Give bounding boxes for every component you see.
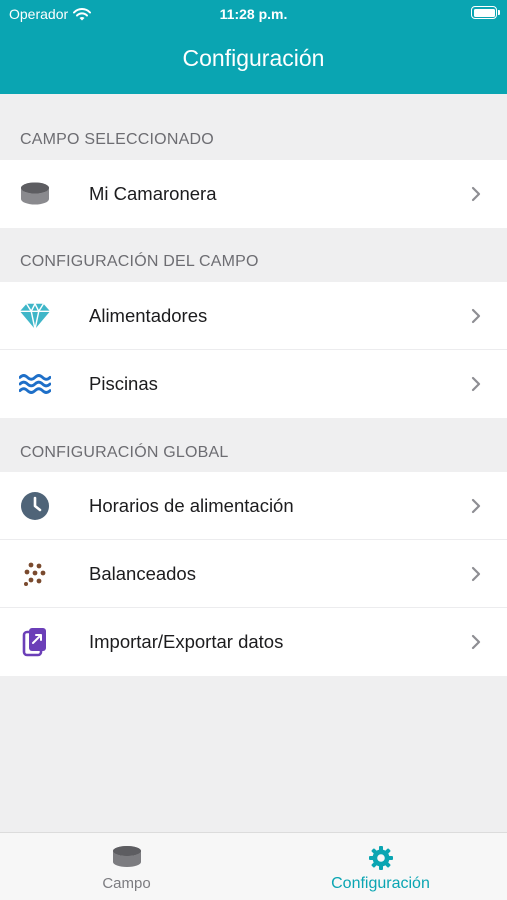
chevron-right-icon	[471, 566, 481, 582]
chevron-right-icon	[471, 186, 481, 202]
row-label: Horarios de alimentación	[89, 495, 294, 516]
waves-icon	[19, 368, 51, 400]
row-label: Mi Camaronera	[89, 183, 217, 204]
row-balanceados[interactable]: Balanceados	[0, 540, 507, 608]
tab-label: Configuración	[331, 875, 430, 892]
chevron-right-icon	[471, 308, 481, 324]
status-bar: Operador 11:28 p.m.	[0, 0, 507, 28]
section-header-global-config: CONFIGURACIÓN GLOBAL	[20, 444, 229, 461]
row-label: Piscinas	[89, 373, 158, 394]
row-label: Alimentadores	[89, 305, 208, 326]
row-label: Balanceados	[89, 563, 196, 584]
database-icon	[19, 178, 51, 210]
chevron-right-icon	[471, 376, 481, 392]
database-icon	[112, 845, 142, 874]
chevron-right-icon	[471, 634, 481, 650]
chevron-right-icon	[471, 498, 481, 514]
section-header-field-config: CONFIGURACIÓN DEL CAMPO	[20, 253, 259, 270]
navigation-header: Operador 11:28 p.m. Configuración	[0, 0, 507, 94]
diamond-icon	[19, 300, 51, 332]
pellets-icon	[19, 558, 51, 590]
row-label: Importar/Exportar datos	[89, 631, 284, 652]
clock-icon	[19, 490, 51, 522]
page-title: Configuración	[182, 45, 325, 71]
row-importar-exportar[interactable]: Importar/Exportar datos	[0, 608, 507, 676]
section-header-selected-field: CAMPO SELECCIONADO	[20, 131, 214, 148]
tab-label: Campo	[102, 875, 151, 892]
gear-icon	[368, 845, 394, 876]
tab-configuracion[interactable]: Configuración	[254, 833, 507, 900]
import-export-icon	[19, 626, 51, 658]
tab-bar: Campo Configuración	[0, 832, 507, 900]
row-alimentadores[interactable]: Alimentadores	[0, 282, 507, 350]
row-piscinas[interactable]: Piscinas	[0, 350, 507, 418]
row-mi-camaronera[interactable]: Mi Camaronera	[0, 160, 507, 228]
tab-campo[interactable]: Campo	[0, 833, 253, 900]
row-horarios[interactable]: Horarios de alimentación	[0, 472, 507, 540]
battery-icon	[471, 6, 500, 19]
status-time: 11:28 p.m.	[219, 6, 288, 22]
